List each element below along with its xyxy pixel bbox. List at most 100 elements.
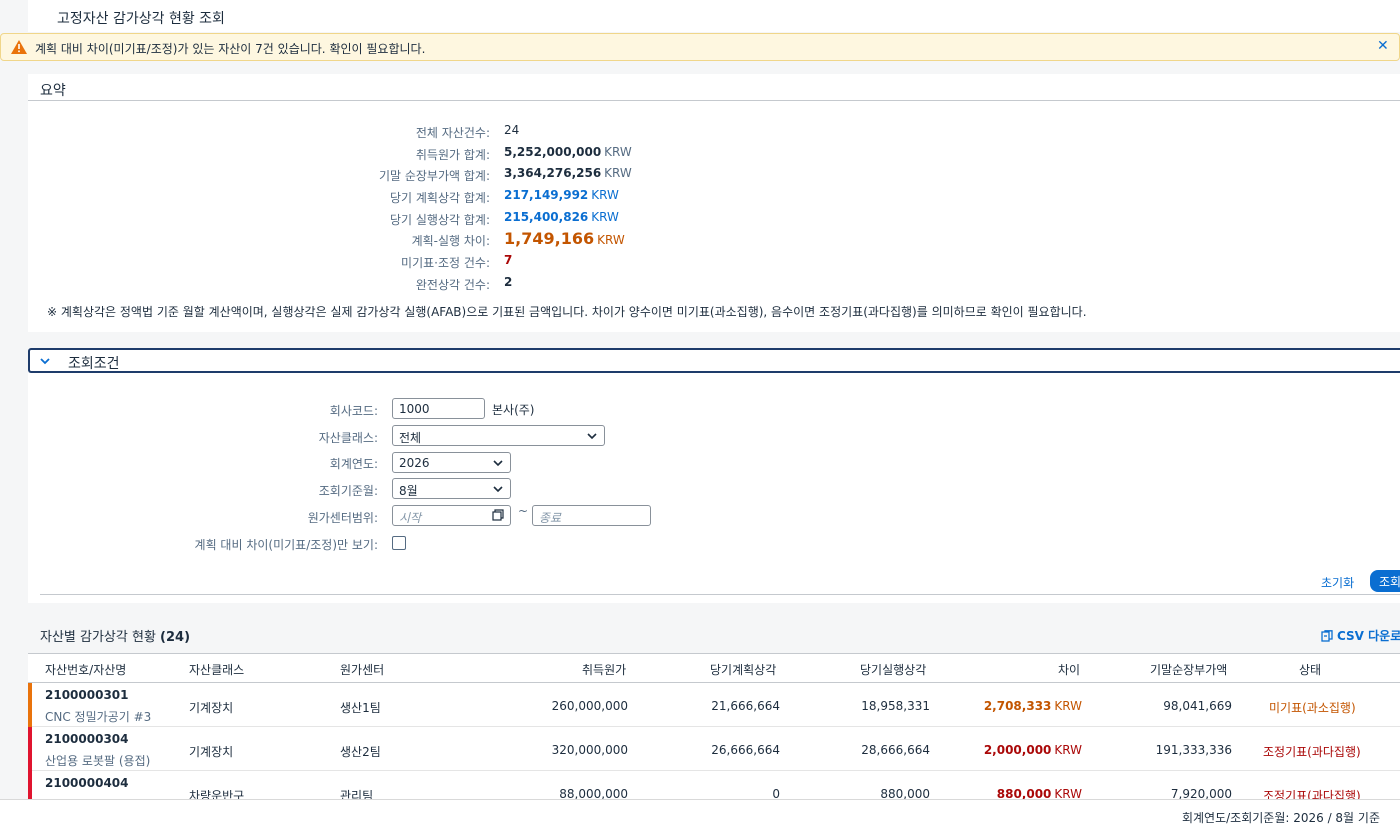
column-header[interactable]: 당기실행상각 (860, 661, 926, 678)
summary-value: 217,149,992 (504, 188, 589, 202)
divider (40, 594, 1400, 595)
footer-bar: 회계연도/조회기준월: 2026 / 8월 기준 (0, 799, 1400, 833)
period-value: 8월 (399, 484, 418, 498)
net-book-value: 98,041,669 (1163, 699, 1232, 713)
planned-depreciation: 21,666,664 (711, 699, 780, 713)
divider (28, 100, 1400, 101)
difference-unit: KRW (1054, 743, 1082, 757)
warning-icon (11, 40, 27, 54)
cost-center: 생산1팀 (340, 701, 381, 715)
csv-download-label: CSV 다운로드 (1337, 629, 1400, 643)
fiscal-year-select[interactable]: 2026 (392, 452, 511, 473)
summary-value: 2 (504, 275, 513, 289)
company-name: 본사(주) (492, 403, 535, 417)
table-count: (24) (160, 630, 191, 645)
filter-header[interactable]: 조회조건 (28, 348, 1400, 373)
status-indicator (28, 683, 32, 727)
column-header[interactable]: 차이 (1058, 661, 1080, 678)
summary-label: 취득원가 합계: (415, 148, 490, 162)
asset-class: 기계장치 (189, 701, 234, 715)
asset-number: 2100000304 (45, 732, 129, 746)
difference: 2,708,333 KRW (932, 699, 1082, 713)
summary-row-acq-total: 취득원가 합계: 5,252,000,000 KRW (28, 144, 828, 162)
cost-center-to-input[interactable]: 종료 (532, 505, 651, 526)
column-header[interactable]: 기말순장부가액 (1150, 661, 1227, 678)
table-header: 자산번호/자산명 자산클래스 원가센터 취득원가 당기계획상각 당기실행상각 차… (28, 653, 1400, 683)
warning-message-strip: 계획 대비 차이(미기표/조정)가 있는 자산이 7건 있습니다. 확인이 필요… (0, 33, 1400, 61)
filter-title: 조회조건 (68, 356, 120, 372)
summary-value: 7 (504, 253, 513, 267)
asset-class-select[interactable]: 전체 (392, 425, 605, 446)
cost-center-from-input[interactable]: 시작 (392, 505, 511, 526)
difference-value: 2,708,333 (983, 699, 1052, 713)
column-header[interactable]: 상태 (1299, 661, 1321, 678)
company-code-input[interactable]: 1000 (392, 398, 485, 419)
summary-label: 완전상각 건수: (415, 278, 490, 292)
column-header[interactable]: 취득원가 (582, 661, 626, 678)
summary-label: 전체 자산건수: (415, 126, 490, 140)
difference-unit: KRW (1054, 699, 1082, 713)
summary-row-asset-count: 전체 자산건수: 24 (28, 122, 828, 140)
actual-depreciation: 18,958,331 (861, 699, 930, 713)
difference: 2,000,000 KRW (932, 743, 1082, 757)
summary-value: 1,749,166 (504, 229, 595, 248)
export-icon (1321, 630, 1333, 642)
acquisition-cost: 260,000,000 (551, 699, 628, 713)
summary-unit: KRW (591, 188, 619, 202)
chevron-down-icon (493, 460, 503, 467)
summary-row-unposted-count: 미기표·조정 건수: 7 (28, 252, 828, 270)
summary-label: 기말 순장부가액 합계: (378, 169, 490, 183)
summary-row-diff: 계획-실행 차이: 1,749,166 KRW (28, 229, 828, 253)
fiscal-year-value: 2026 (399, 456, 430, 470)
range-separator: ~ (518, 504, 529, 518)
asset-table-section: 자산별 감가상각 현황 (24) CSV 다운로드 자산번호/자산명 자산클래스… (28, 618, 1400, 815)
filter-panel: 조회조건 회사코드: 1000 본사(주) 자산클래스: 전체 회계연도: 20… (28, 348, 1400, 603)
page-title: 고정자산 감가상각 현황 조회 (57, 11, 225, 27)
status-text: 조정기표(과다집행) (1263, 745, 1361, 759)
fiscal-year-label: 회계연도: (329, 457, 378, 471)
summary-label: 계획-실행 차이: (411, 234, 490, 248)
asset-name: CNC 정밀가공기 #3 (45, 710, 152, 724)
diff-only-checkbox[interactable] (392, 536, 406, 550)
table-title: 자산별 감가상각 현황 (24) (40, 626, 190, 645)
diff-only-label: 계획 대비 차이(미기표/조정)만 보기: (194, 538, 378, 552)
status-text: 미기표(과소집행) (1269, 701, 1356, 715)
summary-label: 당기 실행상각 합계: (390, 213, 490, 227)
close-icon[interactable]: ✕ (1377, 38, 1389, 54)
reset-button[interactable]: 초기화 (1321, 574, 1354, 591)
column-header[interactable]: 자산클래스 (189, 661, 244, 678)
table-row[interactable]: 2100000301 CNC 정밀가공기 #3 기계장치 생산1팀 260,00… (28, 683, 1400, 727)
column-header[interactable]: 자산번호/자산명 (45, 661, 126, 678)
asset-class-label: 자산클래스: (318, 431, 378, 445)
chevron-down-icon[interactable] (39, 355, 51, 367)
csv-download-button[interactable]: CSV 다운로드 (1321, 627, 1400, 644)
period-select[interactable]: 8월 (392, 478, 511, 499)
column-header[interactable]: 당기계획상각 (710, 661, 776, 678)
chevron-down-icon (587, 433, 597, 440)
asset-class: 기계장치 (189, 745, 234, 759)
table-row[interactable]: 2100000304 산업용 로봇팔 (용접) 기계장치 생산2팀 320,00… (28, 727, 1400, 771)
summary-panel: 요약 전체 자산건수: 24 취득원가 합계: 5,252,000,000 KRW… (28, 74, 1400, 332)
period-label: 조회기준월: (318, 484, 378, 498)
asset-name: 산업용 로봇팔 (용접) (45, 754, 151, 768)
search-button[interactable]: 조회 (1370, 570, 1400, 592)
status-indicator (28, 727, 32, 771)
acquisition-cost: 320,000,000 (551, 743, 628, 757)
cost-center-label: 원가센터범위: (307, 511, 378, 525)
chevron-down-icon (493, 486, 503, 493)
summary-unit: KRW (597, 233, 625, 247)
cost-center: 생산2팀 (340, 745, 381, 759)
page-header: 고정자산 감가상각 현황 조회 (28, 0, 1400, 32)
summary-unit: KRW (604, 166, 632, 180)
column-header[interactable]: 원가센터 (340, 661, 384, 678)
cost-center-from-placeholder: 시작 (399, 511, 422, 525)
summary-row-nbv-total: 기말 순장부가액 합계: 3,364,276,256 KRW (28, 165, 828, 183)
summary-label: 미기표·조정 건수: (401, 256, 490, 270)
net-book-value: 191,333,336 (1155, 743, 1232, 757)
summary-value: 3,364,276,256 (504, 166, 602, 180)
summary-value: 215,400,826 (504, 210, 589, 224)
value-help-icon[interactable] (492, 509, 504, 521)
company-code-label: 회사코드: (329, 404, 378, 418)
summary-row-fully-depreciated: 완전상각 건수: 2 (28, 274, 828, 292)
asset-number: 2100000404 (45, 776, 129, 790)
